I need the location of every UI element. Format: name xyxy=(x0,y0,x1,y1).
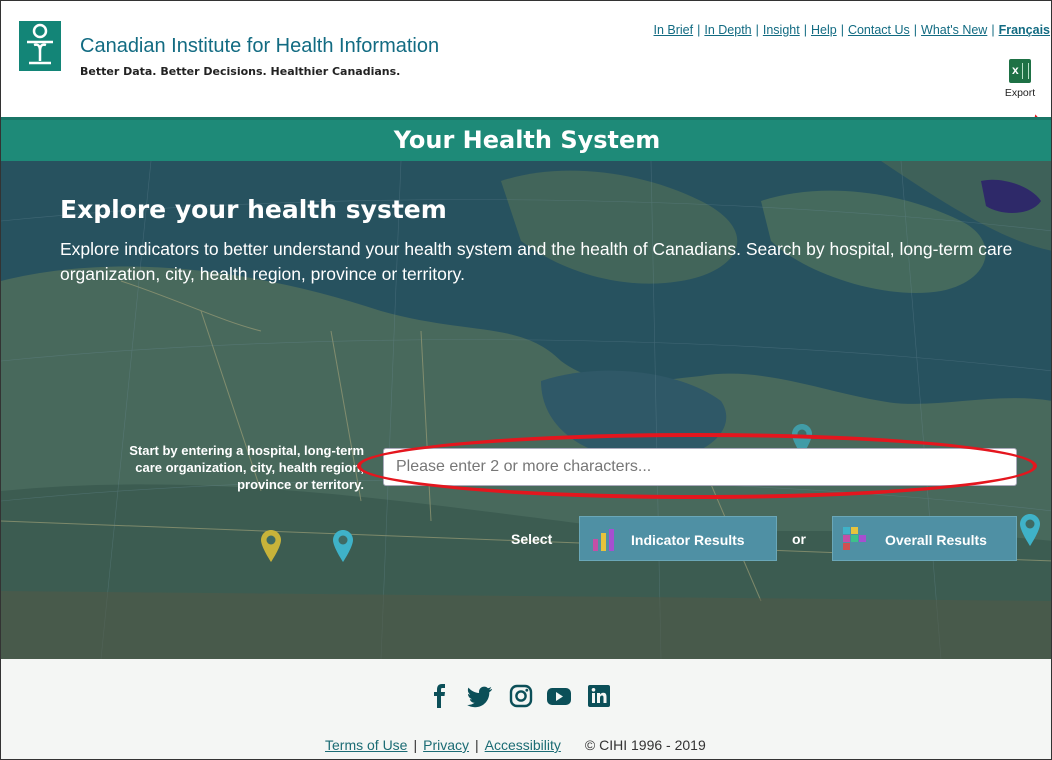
cihi-logo-icon[interactable] xyxy=(19,21,61,71)
banner-title: Your Health System xyxy=(393,126,661,154)
separator: | xyxy=(803,23,807,37)
youtube-icon[interactable] xyxy=(546,683,572,709)
export-label: Export xyxy=(1004,87,1036,99)
tagline: Better Data. Better Decisions. Healthier… xyxy=(80,65,401,78)
overall-results-label: Overall Results xyxy=(885,532,987,548)
footer-link-privacy[interactable]: Privacy xyxy=(423,737,469,753)
nav-link-insight[interactable]: Insight xyxy=(763,23,800,37)
twitter-icon[interactable] xyxy=(467,683,493,709)
overall-results-button[interactable]: Overall Results xyxy=(832,516,1017,561)
site-header: Canadian Institute for Health Informatio… xyxy=(1,1,1051,117)
hero-heading: Explore your health system xyxy=(60,195,447,224)
separator: | xyxy=(697,23,701,37)
export-button[interactable]: x Export xyxy=(997,59,1043,99)
separator: | xyxy=(413,737,418,753)
separator: | xyxy=(840,23,844,37)
bar-chart-icon xyxy=(593,529,614,551)
nav-link-in-brief[interactable]: In Brief xyxy=(654,23,694,37)
linkedin-icon[interactable] xyxy=(586,683,612,709)
nav-link-in-depth[interactable]: In Depth xyxy=(704,23,751,37)
top-nav: In Brief | In Depth | Insight | Help | Contact U… xyxy=(654,23,1051,37)
indicator-results-label: Indicator Results xyxy=(631,532,745,548)
nav-link-help[interactable]: Help xyxy=(811,23,837,37)
results-select-row: Select Indicator Results or Overall Resu… xyxy=(1,516,1051,562)
page-banner: Your Health System xyxy=(1,117,1051,161)
copyright: © CIHI 1996 - 2019 xyxy=(584,737,706,753)
nav-link-whats-new[interactable]: What's New xyxy=(921,23,987,37)
hero-description: Explore indicators to better understand … xyxy=(60,239,1013,284)
facebook-icon[interactable] xyxy=(427,683,453,709)
footer-link-accessibility[interactable]: Accessibility xyxy=(485,737,561,753)
site-footer: Terms of Use | Privacy | Accessibility © CIHI… xyxy=(1,659,1051,759)
page-frame: Canadian Institute for Health Informatio… xyxy=(0,0,1052,760)
excel-icon: x xyxy=(1009,59,1031,83)
org-name[interactable]: Canadian Institute for Health Informatio… xyxy=(80,35,439,58)
separator: | xyxy=(475,737,479,753)
select-label: Select xyxy=(511,531,553,547)
instagram-icon[interactable] xyxy=(508,683,534,709)
hero-overlay xyxy=(1,161,1051,659)
separator: | xyxy=(755,23,759,37)
search-instructions: Start by entering a hospital, long-term … xyxy=(129,443,364,492)
separator: | xyxy=(913,23,918,37)
footer-link-terms[interactable]: Terms of Use xyxy=(325,737,407,753)
separator: | xyxy=(991,23,995,37)
nav-link-francais[interactable]: Français xyxy=(999,23,1050,37)
nav-link-contact-us[interactable]: Contact Us xyxy=(848,23,910,37)
hero-section: Explore your health system Explore indic… xyxy=(1,161,1051,659)
social-links xyxy=(1,683,1051,713)
overall-grid-icon xyxy=(843,527,866,550)
or-label: or xyxy=(792,531,806,547)
indicator-results-button[interactable]: Indicator Results xyxy=(579,516,777,561)
search-input[interactable] xyxy=(383,448,1017,486)
